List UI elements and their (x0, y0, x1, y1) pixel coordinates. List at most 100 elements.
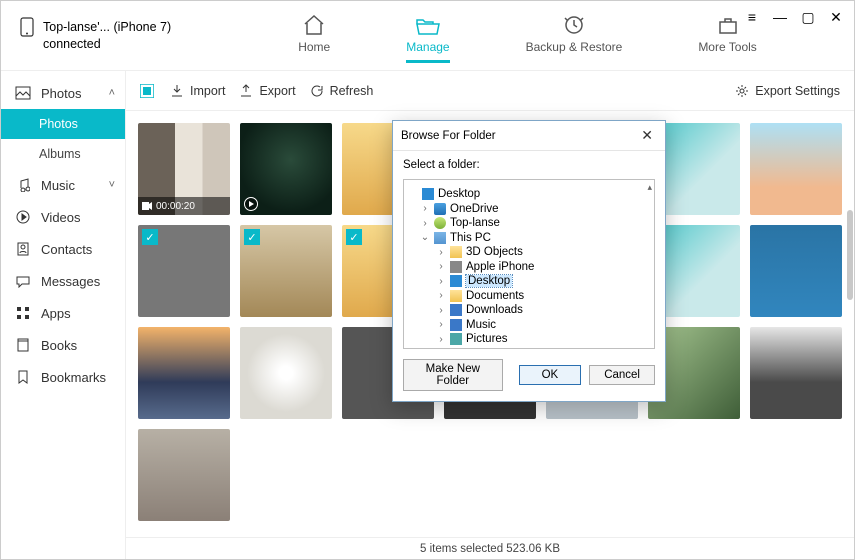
sidebar-item-label: Bookmarks (41, 370, 106, 385)
chevron-down-icon: ˅ (109, 179, 115, 191)
folder-icon (450, 290, 462, 302)
export-button[interactable]: Export (239, 84, 295, 98)
close-button[interactable]: ✕ (828, 9, 844, 26)
tree-item[interactable]: Apple iPhone (466, 261, 534, 273)
sidebar-item-contacts[interactable]: Contacts (1, 233, 125, 265)
grid-thumb[interactable] (750, 225, 842, 317)
tree-item[interactable]: Pictures (466, 333, 508, 345)
sidebar-item-label: Photos (39, 117, 78, 131)
tree-item[interactable]: Documents (466, 290, 524, 302)
sidebar-item-books[interactable]: Books (1, 329, 125, 361)
scrollbar-thumb[interactable] (847, 210, 853, 300)
phone-icon (19, 19, 35, 35)
play-icon (244, 197, 258, 211)
tree-item[interactable]: Videos (466, 348, 501, 350)
video-duration: 00:00:20 (156, 201, 195, 212)
check-icon: ✓ (142, 229, 158, 245)
grid-thumb[interactable]: ✓ (240, 225, 332, 317)
sidebar-item-photos[interactable]: Photos ˄ (1, 77, 125, 109)
scrollbar[interactable] (845, 80, 855, 536)
book-icon (15, 337, 31, 353)
grid-thumb[interactable] (750, 123, 842, 215)
nav-backup-label: Backup & Restore (526, 40, 623, 54)
tree-item[interactable]: Downloads (466, 304, 523, 316)
grid-thumb[interactable] (240, 123, 332, 215)
grid-thumb[interactable]: ✓ (138, 225, 230, 317)
nav-manage-label: Manage (406, 40, 449, 54)
contact-icon (15, 241, 31, 257)
dialog-label: Select a folder: (403, 159, 655, 171)
select-all-checkbox[interactable] (140, 84, 156, 98)
phone-icon (450, 261, 462, 273)
export-label: Export (259, 84, 295, 98)
sidebar-item-label: Contacts (41, 242, 92, 257)
sidebar-sub-albums[interactable]: Albums (1, 139, 125, 169)
apps-icon (15, 305, 31, 321)
device-name: Top-lanse'... (iPhone 7) (43, 19, 171, 35)
videos-icon (450, 348, 462, 350)
tree-item[interactable]: Desktop (438, 188, 480, 200)
grid-thumb[interactable] (138, 429, 230, 521)
sidebar-item-label: Apps (41, 306, 71, 321)
toolbar: Import Export Refresh Export Settings (126, 71, 854, 111)
play-icon (15, 209, 31, 225)
grid-thumb[interactable] (240, 327, 332, 419)
window-controls: ≡ — ▢ ✕ (744, 9, 844, 26)
video-overlay: 00:00:20 (138, 197, 230, 215)
check-icon: ✓ (244, 229, 260, 245)
dialog-close-button[interactable]: ✕ (637, 127, 657, 144)
sidebar-item-label: Videos (41, 210, 81, 225)
nav-home[interactable]: Home (290, 8, 338, 63)
sidebar-item-messages[interactable]: Messages (1, 265, 125, 297)
minimize-button[interactable]: — (772, 9, 788, 26)
tree-item[interactable]: Music (466, 319, 496, 331)
refresh-label: Refresh (330, 84, 374, 98)
device-info: Top-lanse'... (iPhone 7) connected (1, 19, 201, 52)
desktop-icon (450, 275, 462, 287)
tree-item[interactable]: 3D Objects (466, 246, 523, 258)
tree-item-selected[interactable]: Desktop (466, 275, 512, 287)
sidebar-sub-photos[interactable]: Photos (1, 109, 125, 139)
tree-item[interactable]: This PC (450, 232, 491, 244)
sidebar-item-music[interactable]: Music ˅ (1, 169, 125, 201)
tree-item[interactable]: OneDrive (450, 203, 499, 215)
cloud-icon (434, 203, 446, 215)
status-bar: 5 items selected 523.06 KB (126, 537, 854, 559)
nav-manage[interactable]: Manage (398, 8, 457, 63)
check-icon: ✓ (346, 229, 362, 245)
make-folder-button[interactable]: Make New Folder (403, 359, 503, 391)
sidebar-item-label: Messages (41, 274, 100, 289)
sidebar-item-bookmarks[interactable]: Bookmarks (1, 361, 125, 393)
cancel-button[interactable]: Cancel (589, 365, 655, 385)
tree-item[interactable]: Top-lanse (450, 217, 500, 229)
desktop-icon (422, 188, 434, 200)
browse-folder-dialog: Browse For Folder ✕ Select a folder: ▴ D… (392, 120, 666, 402)
grid-thumb[interactable] (138, 327, 230, 419)
image-icon (15, 85, 31, 101)
refresh-button[interactable]: Refresh (310, 84, 374, 98)
scroll-up-icon[interactable]: ▴ (647, 182, 652, 193)
import-label: Import (190, 84, 225, 98)
export-settings-button[interactable]: Export Settings (735, 84, 840, 98)
dialog-title: Browse For Folder (401, 130, 496, 142)
export-settings-label: Export Settings (755, 84, 840, 98)
sidebar-item-label: Albums (39, 147, 81, 161)
folder-icon (450, 246, 462, 258)
import-button[interactable]: Import (170, 84, 225, 98)
folder-tree[interactable]: ▴ Desktop ›OneDrive ›Top-lanse ⌄This PC … (403, 179, 655, 349)
grid-thumb[interactable] (750, 327, 842, 419)
grid-thumb[interactable]: 00:00:20 (138, 123, 230, 215)
pictures-icon (450, 333, 462, 345)
dialog-buttons: Make New Folder OK Cancel (403, 359, 655, 391)
topbar: Top-lanse'... (iPhone 7) connected Home … (1, 1, 854, 71)
sidebar-item-apps[interactable]: Apps (1, 297, 125, 329)
app-window: Top-lanse'... (iPhone 7) connected Home … (0, 0, 855, 560)
sidebar-item-label: Music (41, 178, 75, 193)
bookmark-icon (15, 369, 31, 385)
nav-backup[interactable]: Backup & Restore (518, 8, 631, 63)
sidebar-item-videos[interactable]: Videos (1, 201, 125, 233)
ok-button[interactable]: OK (519, 365, 582, 385)
maximize-button[interactable]: ▢ (800, 9, 816, 26)
menu-icon[interactable]: ≡ (744, 9, 760, 26)
music-icon (15, 177, 31, 193)
